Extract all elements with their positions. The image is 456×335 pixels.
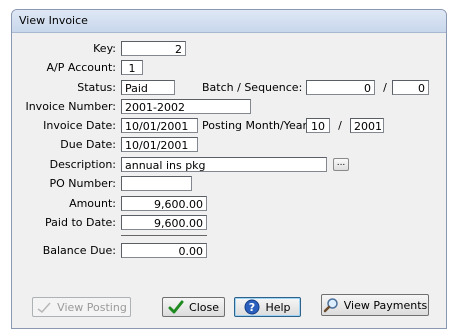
po-number-field[interactable] bbox=[121, 176, 192, 191]
key-field[interactable]: 2 bbox=[121, 41, 186, 56]
balance-due-label: Balance Due: bbox=[42, 244, 116, 257]
view-payments-button[interactable]: View Payments bbox=[321, 294, 429, 316]
batch-field[interactable]: 0 bbox=[306, 80, 375, 95]
invoice-date-label: Invoice Date: bbox=[43, 119, 116, 132]
view-posting-button[interactable]: View Posting bbox=[32, 297, 131, 317]
invoice-form: Key: 2 A/P Account: 1 Status: Paid Batch… bbox=[12, 33, 446, 328]
paid-to-date-label: Paid to Date: bbox=[45, 216, 116, 229]
description-label: Description: bbox=[49, 158, 116, 171]
svg-text:?: ? bbox=[249, 301, 255, 314]
help-button[interactable]: ? Help bbox=[234, 297, 301, 317]
help-icon: ? bbox=[244, 299, 260, 315]
posting-month-field[interactable]: 10 bbox=[306, 118, 330, 133]
key-label: Key: bbox=[93, 42, 116, 55]
po-number-label: PO Number: bbox=[49, 177, 117, 190]
sequence-field[interactable]: 0 bbox=[392, 80, 429, 95]
description-lookup-button[interactable]: ... bbox=[333, 158, 349, 171]
close-label: Close bbox=[189, 300, 219, 314]
posting-slash: / bbox=[338, 119, 342, 132]
status-label: Status: bbox=[77, 81, 116, 94]
amount-field[interactable]: 9,600.00 bbox=[121, 196, 207, 211]
checkmark-icon bbox=[37, 302, 51, 314]
ap-account-field[interactable]: 1 bbox=[121, 60, 143, 75]
status-field[interactable]: Paid bbox=[121, 80, 175, 95]
invoice-number-label: Invoice Number: bbox=[25, 100, 116, 113]
view-payments-label: View Payments bbox=[343, 298, 428, 312]
due-date-label: Due Date: bbox=[60, 138, 116, 151]
posting-year-field[interactable]: 2001 bbox=[350, 118, 384, 133]
invoice-date-field[interactable]: 10/01/2001 bbox=[121, 118, 198, 133]
batch-sequence-label: Batch / Sequence: bbox=[202, 81, 303, 94]
ap-account-label: A/P Account: bbox=[46, 61, 116, 74]
view-posting-label: View Posting bbox=[57, 300, 127, 314]
checkmark-icon bbox=[168, 300, 184, 314]
total-separator bbox=[121, 235, 207, 236]
view-invoice-window: View Invoice Key: 2 A/P Account: 1 Statu… bbox=[11, 9, 447, 329]
paid-to-date-field[interactable]: 9,600.00 bbox=[121, 215, 207, 230]
window-title: View Invoice bbox=[12, 10, 446, 33]
batch-sequence-slash: / bbox=[383, 81, 387, 94]
description-field[interactable]: annual ins pkg bbox=[121, 157, 327, 172]
close-button[interactable]: Close bbox=[162, 297, 225, 317]
help-label: Help bbox=[265, 300, 291, 314]
amount-label: Amount: bbox=[69, 197, 116, 210]
invoice-number-field[interactable]: 2001-2002 bbox=[121, 99, 251, 114]
magnifier-icon bbox=[323, 298, 338, 313]
balance-due-field[interactable]: 0.00 bbox=[121, 243, 207, 258]
due-date-field[interactable]: 10/01/2001 bbox=[121, 137, 198, 152]
posting-month-year-label: Posting Month/Year: bbox=[202, 119, 311, 132]
